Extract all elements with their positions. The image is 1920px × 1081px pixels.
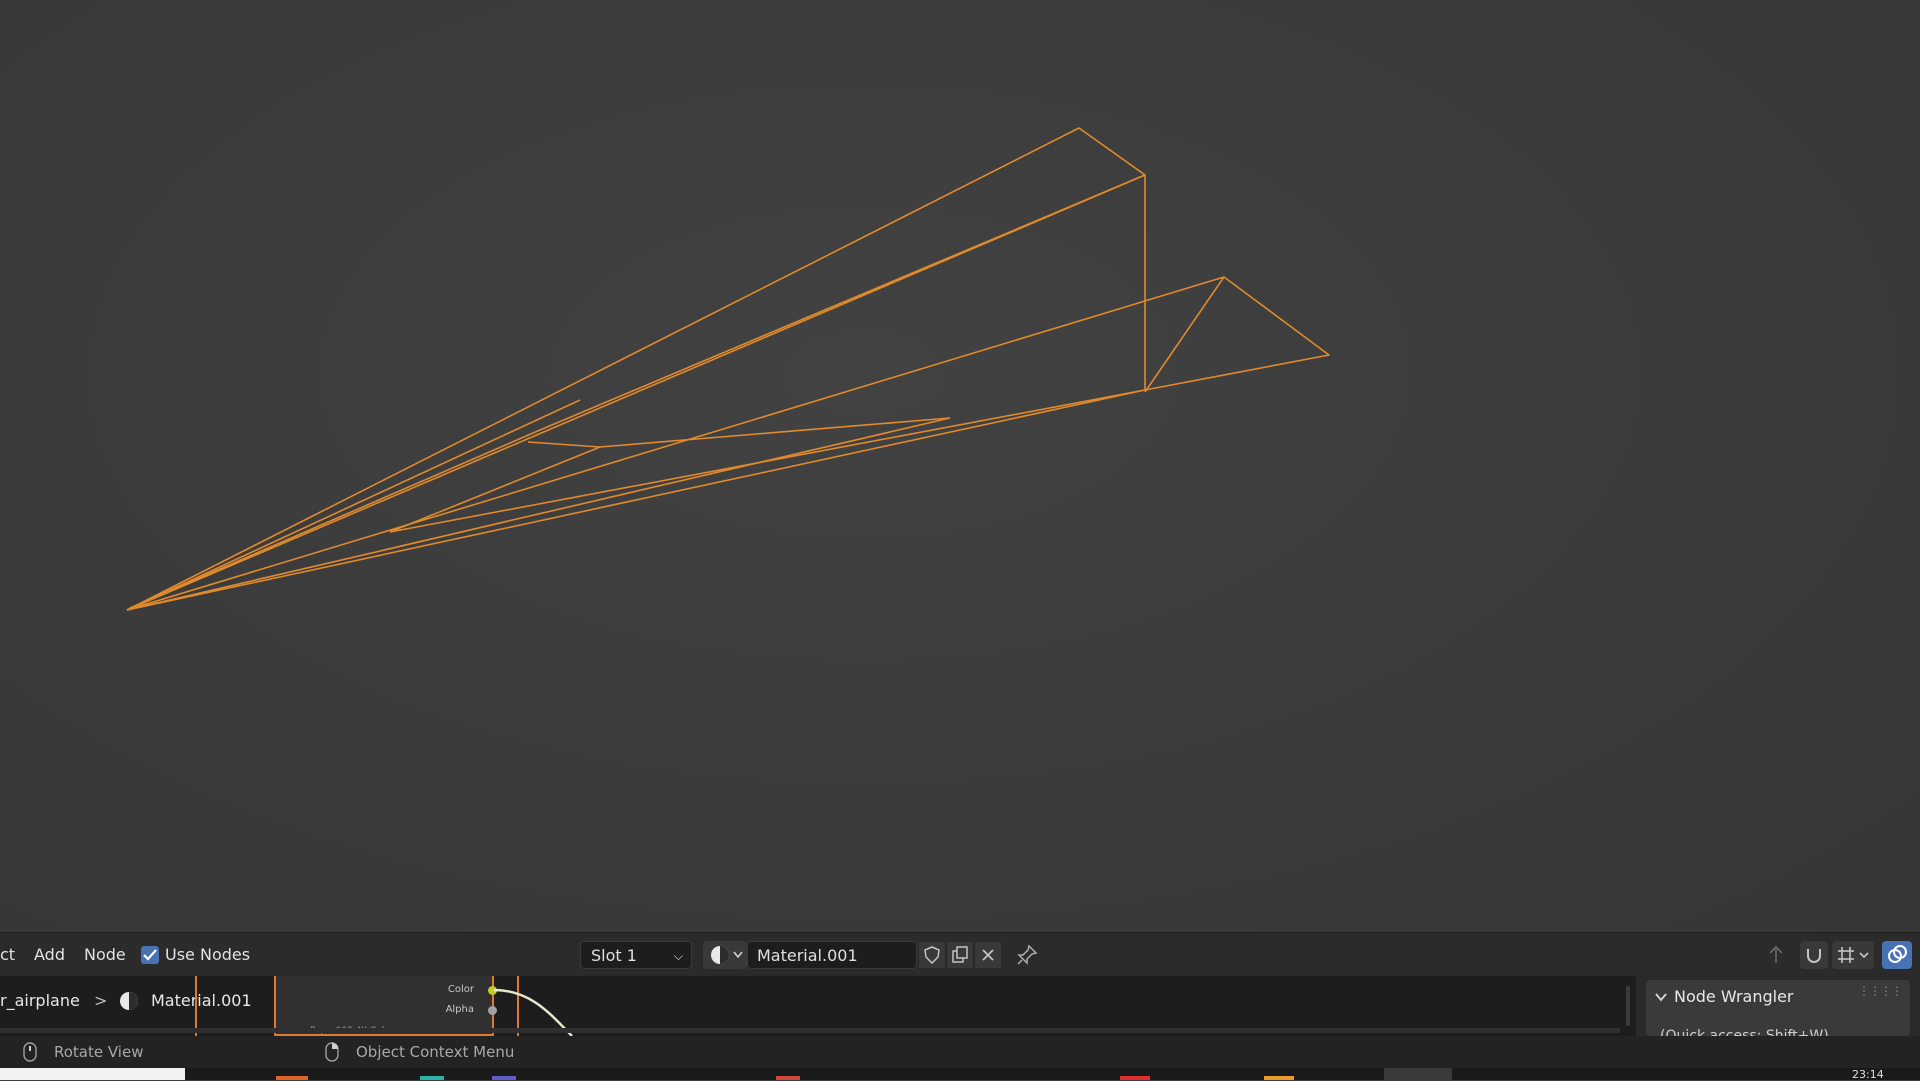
material-sphere-icon [711,946,743,964]
snap-magnet-icon[interactable] [1800,941,1828,969]
material-name: Material.001 [757,946,858,965]
unlink-material-close-icon[interactable] [974,941,1002,969]
socket-color-label: Color [447,984,474,995]
taskbar-app-icon[interactable] [776,1076,800,1080]
wire-edge [126,174,1146,611]
slot-value: Slot 1 [591,946,637,965]
status-hint-rotate-view: Rotate View [54,1043,144,1061]
wire-edge [126,127,1146,611]
menu-node[interactable]: Node [84,933,126,977]
os-taskbar: 23:14 [0,1068,1920,1080]
taskbar-app-icon[interactable] [492,1076,516,1080]
3d-viewport[interactable] [0,0,1920,932]
use-nodes-label[interactable]: Use Nodes [165,933,250,977]
checkmark-icon [143,949,157,961]
image-texture-node[interactable]: Color Alpha Paper003 4K Colo [274,976,497,1036]
wire-edge [1144,276,1225,393]
vertical-scrollbar[interactable] [1626,986,1630,1026]
wire-edge [389,446,601,533]
node-editor-header: ct Add Node Use Nodes Slot 1 ⌵ Material.… [0,932,1920,977]
start-search-box[interactable] [0,1068,185,1080]
use-nodes-checkbox[interactable] [141,946,159,964]
socket-alpha-label: Alpha [445,1004,474,1015]
node-sidebar-panel: Node Wrangler ⋮⋮⋮⋮ (Quick access: Shift+… [1636,976,1920,1044]
mouse-right-icon [325,1042,339,1062]
taskbar-app-icon[interactable] [420,1076,444,1080]
horizontal-scrollbar[interactable] [0,1028,1620,1033]
pin-icon[interactable] [1015,943,1039,967]
node-editor-canvas[interactable]: r_airplane > Material.001 Color Alpha Pa… [0,976,1920,1036]
chevron-down-icon: ⌵ [673,949,683,963]
wire-edge [129,429,541,609]
wire-edge [126,417,951,611]
material-browse-button[interactable] [703,941,747,969]
drag-handle-icon[interactable]: ⋮⋮⋮⋮ [1858,984,1903,998]
taskbar-app-icon[interactable] [1120,1076,1150,1080]
snap-grid-dropdown-icon[interactable] [1832,941,1874,969]
overlay-toggle-icon[interactable] [1882,941,1912,969]
taskbar-app-icon[interactable] [1264,1076,1294,1080]
material-name-field[interactable]: Material.001 [747,941,917,969]
menu-add[interactable]: Add [34,933,65,977]
node-wrangler-panel[interactable]: Node Wrangler ⋮⋮⋮⋮ (Quick access: Shift+… [1646,980,1910,1044]
wire-edge [539,174,1146,431]
taskbar-clock[interactable]: 23:14 [1852,1069,1884,1080]
panel-title: Node Wrangler [1674,987,1794,1006]
parent-node-tree-icon[interactable] [1764,943,1788,967]
fake-user-shield-icon[interactable] [918,941,946,969]
status-hint-context-menu: Object Context Menu [356,1043,515,1061]
menu-select[interactable]: ct [0,933,15,977]
status-bar: Rotate View Object Context Menu [0,1036,1920,1068]
slot-dropdown[interactable]: Slot 1 ⌵ [580,941,692,969]
breadcrumb-separator: > [94,991,108,1010]
wire-edge [599,417,951,448]
material-sphere-icon [120,992,138,1010]
wire-edge [126,399,581,611]
taskbar-active-app[interactable] [1384,1068,1452,1080]
node-link-wire [493,988,573,1036]
chevron-down-icon[interactable] [1654,990,1668,1004]
duplicate-material-icon[interactable] [946,941,974,969]
wire-edge [126,276,1330,611]
mouse-middle-icon [23,1042,37,1062]
breadcrumb-object: r_airplane [0,991,80,1010]
paper-airplane-wireframe [126,127,1330,611]
taskbar-app-icon[interactable] [276,1076,308,1080]
wire-edge [527,441,601,448]
